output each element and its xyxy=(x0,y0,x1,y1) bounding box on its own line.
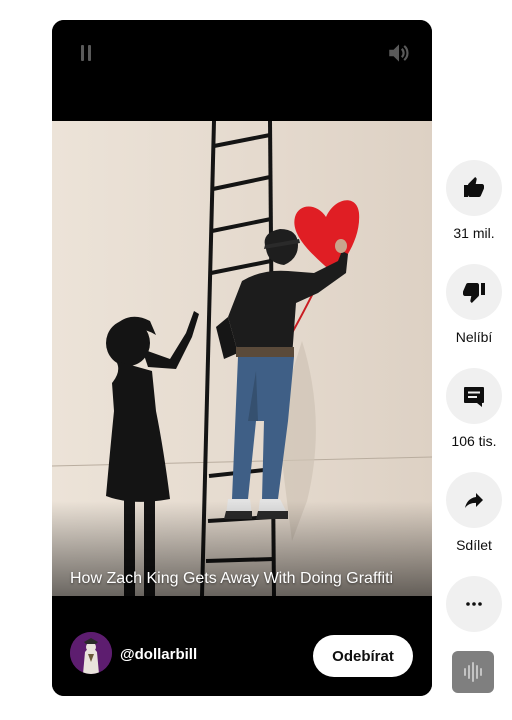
subscribe-button[interactable]: Odebírat xyxy=(313,635,413,677)
sound-waveform-icon xyxy=(464,662,482,682)
more-button[interactable] xyxy=(446,576,502,632)
channel-handle[interactable]: @dollarbill xyxy=(120,646,197,663)
share-button[interactable] xyxy=(446,472,502,528)
like-button[interactable] xyxy=(446,160,502,216)
pause-icon[interactable] xyxy=(76,42,98,66)
volume-icon[interactable] xyxy=(386,40,412,66)
dislike-label: Nelíbí xyxy=(455,329,493,345)
video-still xyxy=(52,121,432,596)
comment-icon xyxy=(464,387,484,407)
more-horizontal-icon xyxy=(466,602,482,606)
dislike-action: Nelíbí xyxy=(440,264,508,345)
share-action: Sdílet xyxy=(440,472,508,553)
comment-count: 106 tis. xyxy=(451,433,497,449)
more-action xyxy=(440,576,508,632)
thumbs-down-icon xyxy=(463,283,485,303)
share-label: Sdílet xyxy=(456,537,492,553)
video-title[interactable]: How Zach King Gets Away With Doing Graff… xyxy=(70,568,408,589)
comments-action: 106 tis. xyxy=(440,368,508,449)
comments-button[interactable] xyxy=(446,368,502,424)
avatar-image xyxy=(70,632,112,674)
share-icon xyxy=(465,493,483,508)
player-top-bar xyxy=(52,20,432,121)
channel-row: @dollarbill Odebírat xyxy=(52,596,432,696)
channel-avatar[interactable] xyxy=(70,632,112,674)
thumbs-up-icon xyxy=(464,177,484,197)
like-count: 31 mil. xyxy=(453,225,495,241)
video-frame[interactable] xyxy=(52,121,432,596)
dislike-button[interactable] xyxy=(446,264,502,320)
shorts-player[interactable]: How Zach King Gets Away With Doing Graff… xyxy=(52,20,432,696)
like-action: 31 mil. xyxy=(440,160,508,241)
sound-button[interactable] xyxy=(452,651,494,693)
